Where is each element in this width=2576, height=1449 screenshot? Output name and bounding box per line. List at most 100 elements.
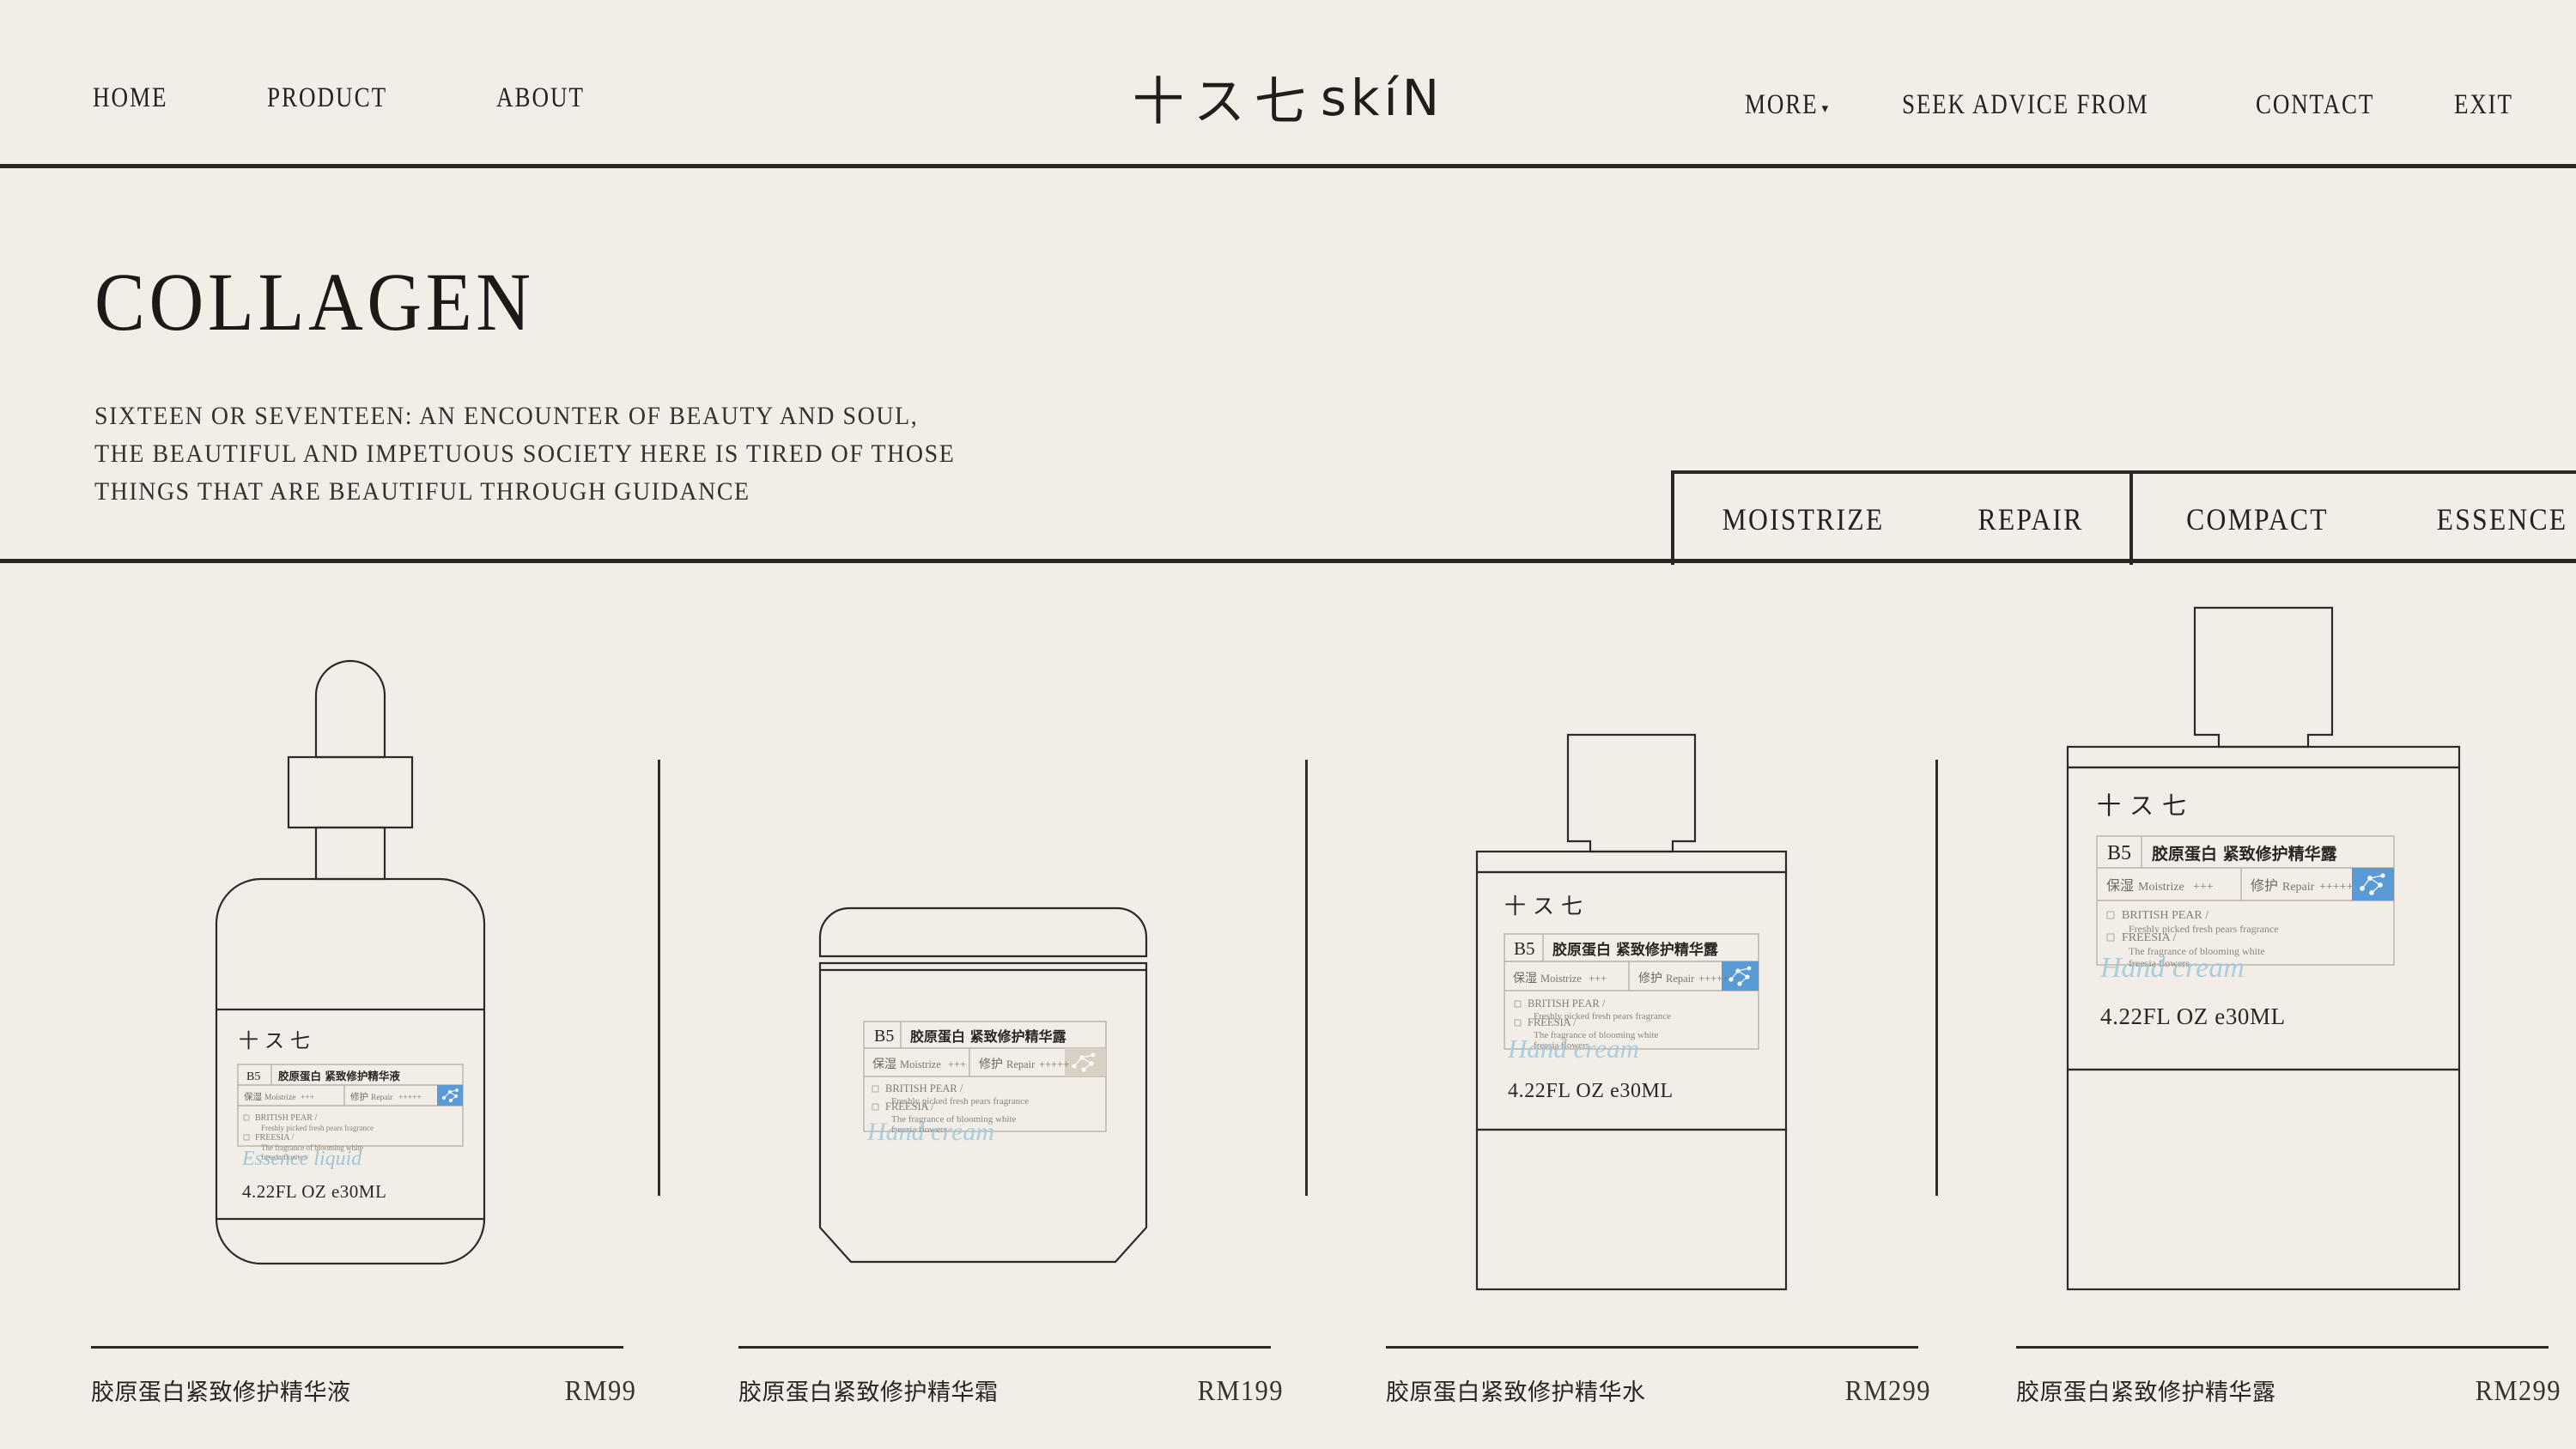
- hero-subtitle-line-2: THE BEAUTIFUL AND IMPETUOUS SOCIETY HERE…: [94, 440, 956, 468]
- label-moistrize-en: Moistrize: [900, 1058, 941, 1070]
- nav-item-more[interactable]: MORE ▾: [1745, 89, 1830, 121]
- hero-subtitle-line-3: THINGS THAT ARE BEAUTIFUL THROUGH GUIDAN…: [94, 477, 750, 506]
- grid-divider: [1305, 760, 1308, 1196]
- nav-item-exit[interactable]: EXIT: [2454, 89, 2513, 121]
- primary-nav-right: MORE ▾ SEEK ADVICE FROM CONTACT EXIT: [1745, 89, 2526, 121]
- label-volume: 4.22FL OZ e30ML: [1508, 1080, 1674, 1102]
- grid-divider: [658, 760, 660, 1196]
- checkbox-icon: [243, 1114, 250, 1121]
- label-note1-desc: Freshly picked fresh pears fragrance: [261, 1124, 374, 1132]
- product-illustration-serum-dropper: 十ス七 B5 胶原蛋白 紧致修护精华液 保湿 Moistrize +++ 修护 …: [215, 659, 486, 1265]
- product-card[interactable]: B5 胶原蛋白 紧致修护精华露 保湿 Moistrize +++ 修护 Repa…: [661, 567, 1305, 1449]
- product-rule: [91, 1346, 623, 1349]
- label-repair-en: Repair: [371, 1094, 393, 1102]
- product-grid: 十ス七 B5 胶原蛋白 紧致修护精华液 保湿 Moistrize +++ 修护 …: [0, 567, 2576, 1449]
- checkbox-icon: [1514, 1000, 1522, 1008]
- product-price: RM199: [1197, 1375, 1284, 1407]
- label-moistrize-rating: +++: [948, 1058, 966, 1070]
- label-note2-title: FREESIA /: [885, 1100, 934, 1113]
- brand-logo[interactable]: 十ス七 skíN: [1133, 60, 1443, 135]
- product-name: 胶原蛋白紧致修护精华霜: [738, 1379, 999, 1406]
- label-moistrize-en: Moistrize: [2138, 881, 2184, 894]
- molecule-icon: [437, 1085, 463, 1106]
- label-repair-en: Repair: [1666, 973, 1695, 985]
- product-card[interactable]: 十ス七 B5 胶原蛋白 紧致修护精华露 保湿 Moistrize +++ 修护 …: [1309, 567, 1953, 1449]
- molecule-icon: [2352, 868, 2394, 900]
- label-moistrize-en: Moistrize: [1540, 973, 1582, 985]
- product-name: 胶原蛋白紧致修护精华液: [91, 1379, 351, 1406]
- label-signature: Hand cream: [1507, 1034, 1639, 1064]
- product-name: 胶原蛋白紧致修护精华露: [2016, 1379, 2276, 1406]
- category-tab-strip: MOISTRIZE REPAIR COMPACT ESSENCE: [1671, 470, 2576, 565]
- checkbox-icon: [1514, 1019, 1522, 1027]
- label-note2-title: FREESIA /: [1528, 1016, 1577, 1028]
- tab-essence[interactable]: ESSENCE: [2397, 501, 2576, 537]
- product-rule: [738, 1346, 1271, 1349]
- hero-subtitle: SIXTEEN OR SEVENTEEN: AN ENCOUNTER OF BE…: [94, 397, 955, 511]
- label-title: 胶原蛋白 紧致修护精华露: [1552, 941, 1719, 959]
- product-meta-row: 胶原蛋白紧致修护精华液 RM99: [91, 1373, 641, 1408]
- molecule-icon: [1065, 1048, 1106, 1076]
- label-volume: 4.22FL OZ e30ML: [2100, 1003, 2286, 1029]
- label-badge: B5: [246, 1070, 260, 1083]
- top-navigation-bar: HOME PRODUCT ABOUT 十ス七 skíN MORE ▾ SEEK A…: [0, 0, 2576, 168]
- tab-compact[interactable]: COMPACT: [2148, 501, 2366, 537]
- label-moistrize-cn: 保湿: [1513, 972, 1537, 985]
- label-title: 胶原蛋白 紧致修护精华液: [278, 1070, 400, 1082]
- nav-item-seek-advice[interactable]: SEEK ADVICE FROM: [1902, 89, 2148, 121]
- label-moistrize-cn: 保湿: [244, 1091, 262, 1102]
- checkbox-icon: [872, 1085, 879, 1093]
- product-card[interactable]: 十ス七 B5 胶原蛋白 紧致修护精华露 保湿 Moistrize +++ 修护 …: [1939, 567, 2576, 1449]
- product-illustration-toner-bottle: 十ス七 B5 胶原蛋白 紧致修护精华露 保湿 Moistrize +++ 修护 …: [1475, 733, 1788, 1291]
- label-repair-rating: +++++: [398, 1094, 422, 1102]
- label-moistrize-en: Moistrize: [264, 1094, 295, 1102]
- label-title: 胶原蛋白 紧致修护精华露: [2152, 844, 2338, 864]
- label-signature: Hand cream: [2099, 952, 2245, 984]
- label-signature: Essence liquid: [241, 1148, 362, 1170]
- page-title: COLLAGEN: [94, 256, 535, 348]
- label-moistrize-cn: 保湿: [2106, 877, 2134, 894]
- label-signature: Hand cream: [866, 1118, 994, 1146]
- product-price: RM299: [1844, 1375, 1931, 1407]
- product-card[interactable]: 十ス七 B5 胶原蛋白 紧致修护精华液 保湿 Moistrize +++ 修护 …: [14, 567, 658, 1449]
- product-name: 胶原蛋白紧致修护精华水: [1386, 1379, 1646, 1406]
- label-note2-title: FREESIA /: [255, 1133, 295, 1143]
- label-note1-title: BRITISH PEAR /: [2122, 909, 2208, 922]
- checkbox-icon: [872, 1103, 879, 1111]
- nav-item-about[interactable]: ABOUT: [496, 82, 585, 114]
- logo-cjk-mark: 十ス七: [1132, 72, 1315, 132]
- product-illustration-cream-jar: B5 胶原蛋白 紧致修护精华露 保湿 Moistrize +++ 修护 Repa…: [818, 906, 1148, 1264]
- product-illustration-lotion-bottle: 十ス七 B5 胶原蛋白 紧致修护精华露 保湿 Moistrize +++ 修护 …: [2066, 606, 2461, 1291]
- label-brand: 十ス七: [239, 1030, 316, 1052]
- primary-nav-left: HOME PRODUCT ABOUT: [93, 82, 604, 114]
- product-rule: [1386, 1346, 1918, 1349]
- label-repair-rating: +++++: [2319, 881, 2354, 894]
- product-meta-row: 胶原蛋白紧致修护精华露 RM299: [2016, 1373, 2566, 1408]
- label-brand: 十ス七: [2097, 791, 2195, 820]
- label-note1-title: BRITISH PEAR /: [1528, 997, 1606, 1009]
- nav-item-more-label: MORE: [1744, 89, 1819, 120]
- label-brand: 十ス七: [1504, 894, 1589, 919]
- label-repair-rating: +++++: [1039, 1058, 1069, 1070]
- checkbox-icon: [2106, 911, 2115, 919]
- nav-item-contact[interactable]: CONTACT: [2256, 89, 2374, 121]
- category-tab-group-plain: COMPACT ESSENCE: [2133, 470, 2576, 565]
- label-badge: B5: [1514, 938, 1535, 959]
- label-note2-title: FREESIA /: [2122, 931, 2177, 944]
- logo-latin-mark: skíN: [1320, 68, 1444, 127]
- tab-repair[interactable]: REPAIR: [1944, 501, 2117, 537]
- label-repair-cn: 修护: [1638, 972, 1662, 985]
- label-badge: B5: [2107, 842, 2131, 864]
- label-title: 胶原蛋白 紧致修护精华露: [910, 1028, 1067, 1045]
- checkbox-icon: [243, 1134, 250, 1141]
- nav-item-home[interactable]: HOME: [93, 82, 168, 114]
- checkbox-icon: [2106, 933, 2115, 942]
- product-price: RM299: [2475, 1375, 2561, 1407]
- product-meta-row: 胶原蛋白紧致修护精华水 RM299: [1386, 1373, 1935, 1408]
- chevron-down-icon: ▾: [1821, 101, 1831, 116]
- nav-item-product[interactable]: PRODUCT: [267, 82, 387, 114]
- category-tab-group-boxed: MOISTRIZE REPAIR: [1671, 470, 2133, 565]
- label-repair-cn: 修护: [2251, 877, 2278, 894]
- label-repair-en: Repair: [1006, 1058, 1036, 1070]
- tab-moistrize[interactable]: MOISTRIZE: [1690, 501, 1917, 537]
